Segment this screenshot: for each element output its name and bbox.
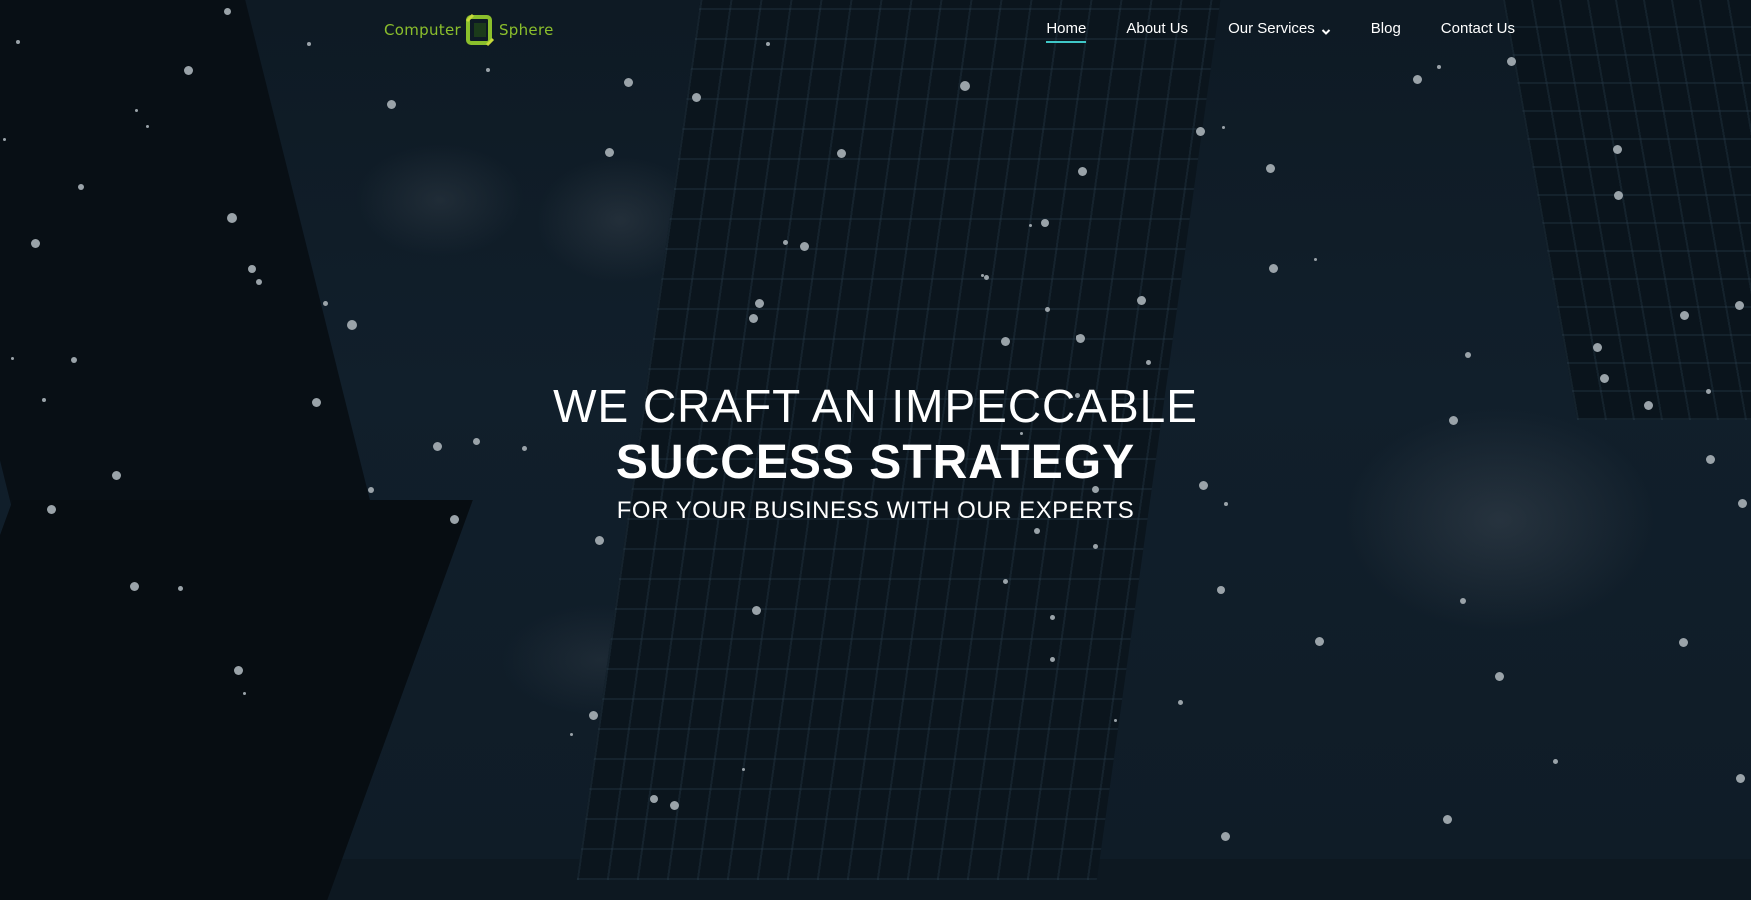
logo-text-right: Sphere xyxy=(498,21,554,39)
hero-subheadline: FOR YOUR BUSINESS WITH OUR EXPERTS xyxy=(616,497,1135,524)
nav-item-contact-us[interactable]: Contact Us xyxy=(1441,20,1515,37)
nav-item-our-services[interactable]: Our Services xyxy=(1228,20,1331,37)
building-silhouette xyxy=(0,500,473,900)
logo-mark-icon xyxy=(465,13,495,47)
nav-item-label: Contact Us xyxy=(1440,20,1515,37)
chevron-down-icon xyxy=(1321,24,1331,35)
nav-item-label: About Us xyxy=(1126,20,1189,37)
nav-item-about-us[interactable]: About Us xyxy=(1126,20,1188,37)
nav-item-home[interactable]: Home xyxy=(1046,20,1087,43)
nav-item-label: Our Services xyxy=(1228,20,1315,37)
nav-item-label: Home xyxy=(1046,20,1087,37)
hero-headline: WE CRAFT AN IMPECCABLE xyxy=(553,380,1198,432)
nav-item-label: Blog xyxy=(1370,20,1401,37)
logo-text-left: Computer xyxy=(384,21,461,39)
logo[interactable]: Computer Sphere xyxy=(384,8,554,52)
hero-text: WE CRAFT AN IMPECCABLE SUCCESS STRATEGY … xyxy=(0,378,1751,528)
navbar: Computer Sphere Home About Us Our Servic… xyxy=(0,0,1751,60)
nav-item-blog[interactable]: Blog xyxy=(1371,20,1401,37)
building-silhouette xyxy=(1502,0,1751,420)
hero-headline-bold: SUCCESS STRATEGY xyxy=(615,436,1136,489)
main-nav: Home About Us Our Services Blog Contact … xyxy=(1046,20,1515,43)
